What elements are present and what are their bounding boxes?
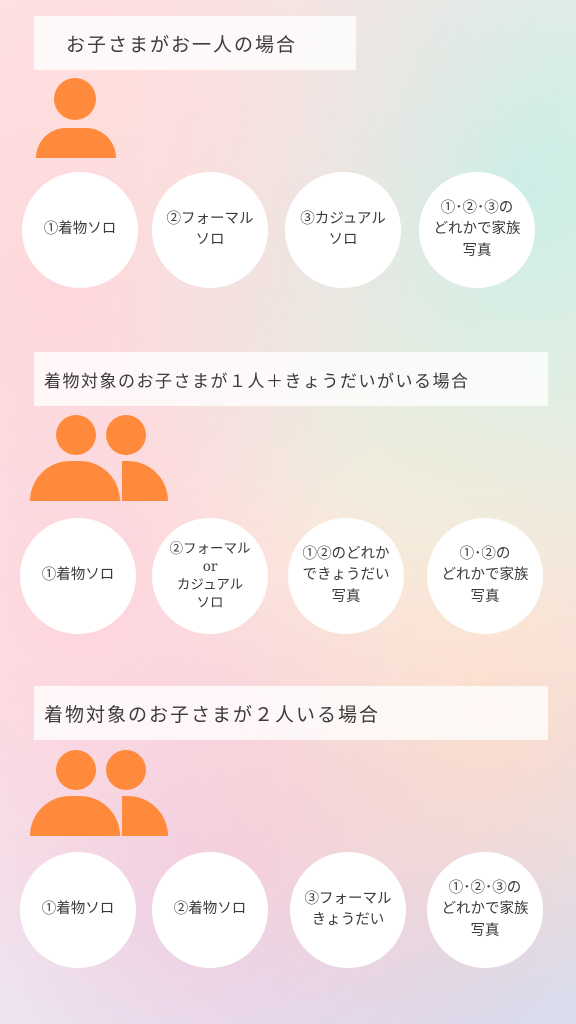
section-title-banner: 着物対象のお子さまが１人＋きょうだいがいる場合 — [34, 352, 548, 406]
section-title: 着物対象のお子さまが１人＋きょうだいがいる場合 — [44, 371, 470, 392]
option-circle[interactable]: ②フォーマル or カジュアル ソロ — [152, 518, 268, 634]
option-label: ②フォーマル ソロ — [166, 210, 254, 248]
option-circle[interactable]: ②フォーマル ソロ — [152, 172, 268, 288]
option-circle[interactable]: ③フォーマル きょうだい — [290, 852, 406, 968]
option-label: ①･②･③の どれかで家族 写真 — [433, 200, 521, 259]
two-people-icon — [30, 415, 170, 505]
option-label: ①②のどれか できょうだい 写真 — [302, 546, 390, 605]
option-label: ③カジュアル ソロ — [300, 210, 386, 248]
option-label: ①着物ソロ — [43, 221, 117, 238]
option-circle[interactable]: ①着物ソロ — [22, 172, 138, 288]
option-label: ②着物ソロ — [173, 901, 247, 918]
option-label: ①着物ソロ — [41, 901, 115, 918]
single-person-icon — [36, 78, 118, 160]
option-label: ①･②の どれかで家族 写真 — [441, 546, 529, 605]
option-circle[interactable]: ③カジュアル ソロ — [285, 172, 401, 288]
option-circle[interactable]: ①･②･③の どれかで家族 写真 — [427, 852, 543, 968]
section-title: 着物対象のお子さまが２人いる場合 — [44, 703, 381, 726]
option-circle[interactable]: ①･②･③の どれかで家族 写真 — [419, 172, 535, 288]
option-circle[interactable]: ②着物ソロ — [152, 852, 268, 968]
option-label: ②フォーマル or カジュアル ソロ — [169, 540, 251, 612]
option-circle[interactable]: ①②のどれか できょうだい 写真 — [288, 518, 404, 634]
section-title: お子さまがお一人の場合 — [66, 33, 298, 56]
option-circle[interactable]: ①着物ソロ — [20, 518, 136, 634]
option-circle[interactable]: ①着物ソロ — [20, 852, 136, 968]
option-label: ①･②･③の どれかで家族 写真 — [441, 880, 529, 939]
option-label: ①着物ソロ — [41, 567, 115, 584]
option-circle[interactable]: ①･②の どれかで家族 写真 — [427, 518, 543, 634]
section-title-banner: お子さまがお一人の場合 — [34, 16, 356, 70]
two-people-icon — [30, 750, 170, 840]
option-label: ③フォーマル きょうだい — [304, 890, 392, 928]
section-title-banner: 着物対象のお子さまが２人いる場合 — [34, 686, 548, 740]
